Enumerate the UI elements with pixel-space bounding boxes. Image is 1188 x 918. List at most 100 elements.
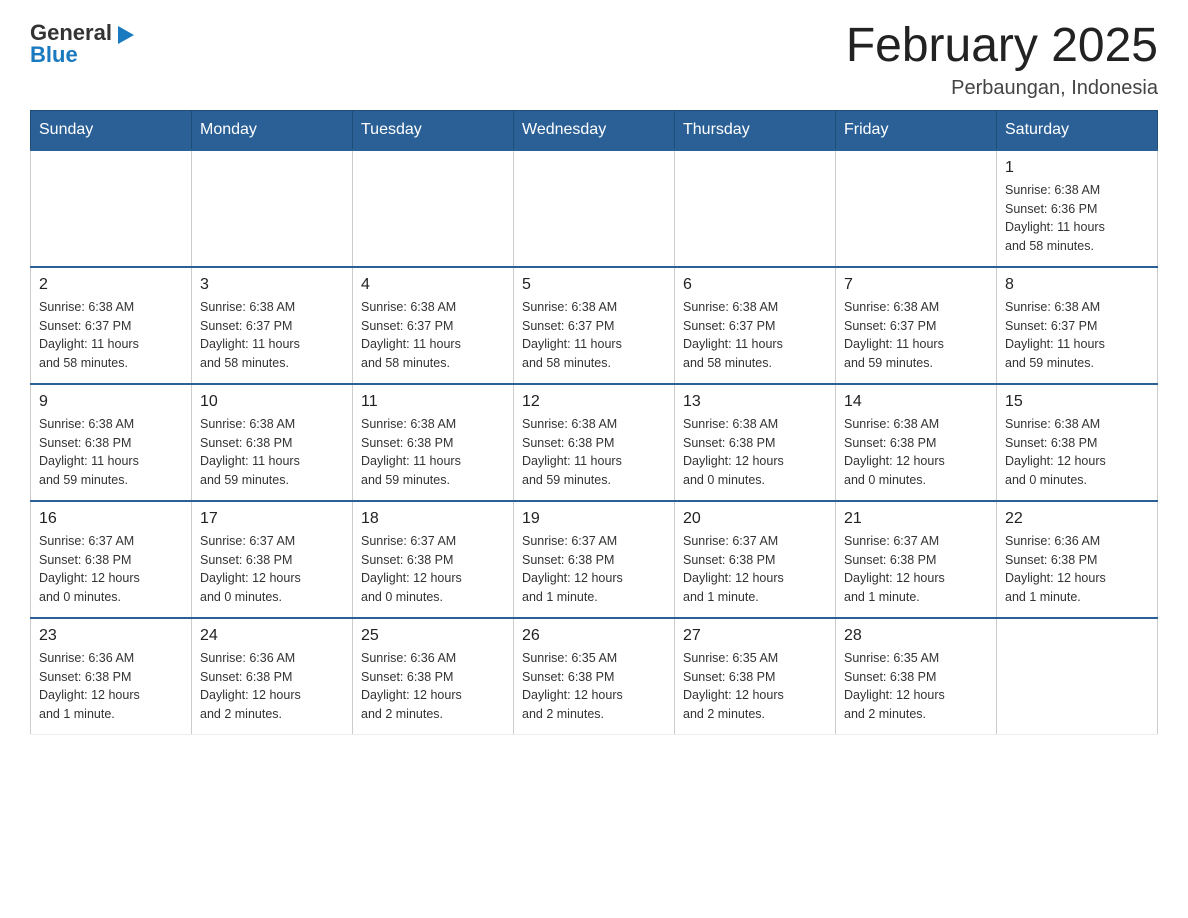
calendar-cell: 12 Sunrise: 6:38 AM Sunset: 6:38 PM Dayli… [514,384,675,501]
calendar-cell: 18 Sunrise: 6:37 AM Sunset: 6:38 PM Dayli… [353,501,514,618]
day-number: 23 [39,627,183,645]
day-number: 5 [522,276,666,294]
day-number: 27 [683,627,827,645]
calendar-cell: 3Sunrise: 6:38 AM Sunset: 6:37 PM Daylig… [192,267,353,384]
month-title: February 2025 [846,20,1158,73]
day-info: Sunrise: 6:37 AM Sunset: 6:38 PM Dayligh… [522,532,666,607]
day-number: 10 [200,393,344,411]
logo: General Blue [30,20,136,66]
calendar-cell: 23Sunrise: 6:36 AM Sunset: 6:38 PM Dayli… [31,618,192,735]
header-thursday: Thursday [675,110,836,150]
calendar-cell [192,150,353,267]
calendar-cell [353,150,514,267]
calendar-week-row: 1Sunrise: 6:38 AM Sunset: 6:36 PM Daylig… [31,150,1158,267]
day-info: Sunrise: 6:38 AM Sunset: 6:37 PM Dayligh… [200,298,344,373]
day-number: 14 [844,393,988,411]
calendar-cell [31,150,192,267]
logo-arrow-icon [114,24,136,46]
day-number: 22 [1005,510,1149,528]
day-info: Sunrise: 6:35 AM Sunset: 6:38 PM Dayligh… [683,649,827,724]
day-info: Sunrise: 6:36 AM Sunset: 6:38 PM Dayligh… [200,649,344,724]
day-number: 8 [1005,276,1149,294]
day-number: 18 [361,510,505,528]
day-info: Sunrise: 6:35 AM Sunset: 6:38 PM Dayligh… [522,649,666,724]
day-info: Sunrise: 6:38 AM Sunset: 6:38 PM Dayligh… [361,415,505,490]
day-info: Sunrise: 6:38 AM Sunset: 6:38 PM Dayligh… [844,415,988,490]
day-info: Sunrise: 6:38 AM Sunset: 6:38 PM Dayligh… [522,415,666,490]
location-label: Perbaungan, Indonesia [846,77,1158,100]
calendar-cell: 19 Sunrise: 6:37 AM Sunset: 6:38 PM Dayli… [514,501,675,618]
day-info: Sunrise: 6:37 AM Sunset: 6:38 PM Dayligh… [361,532,505,607]
day-info: Sunrise: 6:37 AM Sunset: 6:38 PM Dayligh… [39,532,183,607]
header-monday: Monday [192,110,353,150]
calendar-cell [675,150,836,267]
header-friday: Friday [836,110,997,150]
day-number: 12 [522,393,666,411]
calendar-cell: 28Sunrise: 6:35 AM Sunset: 6:38 PM Dayli… [836,618,997,735]
title-section: February 2025 Perbaungan, Indonesia [846,20,1158,100]
calendar-cell: 24 Sunrise: 6:36 AM Sunset: 6:38 PM Dayli… [192,618,353,735]
calendar-table: SundayMondayTuesdayWednesdayThursdayFrid… [30,110,1158,735]
day-number: 9 [39,393,183,411]
day-info: Sunrise: 6:36 AM Sunset: 6:38 PM Dayligh… [1005,532,1149,607]
calendar-cell: 22 Sunrise: 6:36 AM Sunset: 6:38 PM Dayli… [997,501,1158,618]
day-info: Sunrise: 6:36 AM Sunset: 6:38 PM Dayligh… [361,649,505,724]
calendar-cell: 1Sunrise: 6:38 AM Sunset: 6:36 PM Daylig… [997,150,1158,267]
day-info: Sunrise: 6:38 AM Sunset: 6:37 PM Dayligh… [361,298,505,373]
day-number: 2 [39,276,183,294]
calendar-cell [836,150,997,267]
day-number: 20 [683,510,827,528]
calendar-header-row: SundayMondayTuesdayWednesdayThursdayFrid… [31,110,1158,150]
calendar-cell: 16 Sunrise: 6:37 AM Sunset: 6:38 PM Dayli… [31,501,192,618]
day-info: Sunrise: 6:38 AM Sunset: 6:36 PM Dayligh… [1005,181,1149,256]
calendar-cell: 7 Sunrise: 6:38 AM Sunset: 6:37 PM Daylig… [836,267,997,384]
day-number: 24 [200,627,344,645]
calendar-week-row: 9 Sunrise: 6:38 AM Sunset: 6:38 PM Daylig… [31,384,1158,501]
day-number: 7 [844,276,988,294]
day-number: 16 [39,510,183,528]
calendar-cell [514,150,675,267]
day-number: 25 [361,627,505,645]
day-info: Sunrise: 6:37 AM Sunset: 6:38 PM Dayligh… [200,532,344,607]
calendar-cell: 2 Sunrise: 6:38 AM Sunset: 6:37 PM Daylig… [31,267,192,384]
calendar-cell: 27 Sunrise: 6:35 AM Sunset: 6:38 PM Dayli… [675,618,836,735]
calendar-week-row: 23 Sunrise: 6:36 AM Sunset: 6:38 PM Dayli… [31,618,1158,735]
calendar-cell: 4 Sunrise: 6:38 AM Sunset: 6:37 PM Daylig… [353,267,514,384]
day-info: Sunrise: 6:38 AM Sunset: 6:38 PM Dayligh… [39,415,183,490]
day-number: 13 [683,393,827,411]
day-info: Sunrise: 6:38 AM Sunset: 6:37 PM Dayligh… [39,298,183,373]
day-number: 19 [522,510,666,528]
day-info: Sunrise: 6:38 AM Sunset: 6:37 PM Dayligh… [844,298,988,373]
calendar-cell: 9 Sunrise: 6:38 AM Sunset: 6:38 PM Daylig… [31,384,192,501]
day-number: 4 [361,276,505,294]
day-info: Sunrise: 6:38 AM Sunset: 6:37 PM Dayligh… [1005,298,1149,373]
calendar-cell: 14 Sunrise: 6:38 AM Sunset: 6:38 PM Dayli… [836,384,997,501]
day-info: Sunrise: 6:38 AM Sunset: 6:37 PM Dayligh… [683,298,827,373]
calendar-cell: 6 Sunrise: 6:38 AM Sunset: 6:37 PM Daylig… [675,267,836,384]
day-number: 28 [844,627,988,645]
day-number: 6 [683,276,827,294]
day-number: 15 [1005,393,1149,411]
calendar-cell: 20 Sunrise: 6:37 AM Sunset: 6:38 PM Dayli… [675,501,836,618]
calendar-cell: 5 Sunrise: 6:38 AM Sunset: 6:37 PM Daylig… [514,267,675,384]
day-number: 11 [361,393,505,411]
calendar-cell [997,618,1158,735]
page-header: General Blue February 2025 Perbaungan, I… [30,20,1158,100]
day-info: Sunrise: 6:38 AM Sunset: 6:37 PM Dayligh… [522,298,666,373]
header-sunday: Sunday [31,110,192,150]
calendar-cell: 17 Sunrise: 6:37 AM Sunset: 6:38 PM Dayli… [192,501,353,618]
calendar-week-row: 2 Sunrise: 6:38 AM Sunset: 6:37 PM Daylig… [31,267,1158,384]
calendar-cell: 21 Sunrise: 6:37 AM Sunset: 6:38 PM Dayli… [836,501,997,618]
day-number: 17 [200,510,344,528]
header-saturday: Saturday [997,110,1158,150]
day-info: Sunrise: 6:38 AM Sunset: 6:38 PM Dayligh… [200,415,344,490]
day-number: 21 [844,510,988,528]
calendar-cell: 26Sunrise: 6:35 AM Sunset: 6:38 PM Dayli… [514,618,675,735]
calendar-cell: 15Sunrise: 6:38 AM Sunset: 6:38 PM Dayli… [997,384,1158,501]
day-info: Sunrise: 6:37 AM Sunset: 6:38 PM Dayligh… [844,532,988,607]
header-wednesday: Wednesday [514,110,675,150]
day-info: Sunrise: 6:37 AM Sunset: 6:38 PM Dayligh… [683,532,827,607]
calendar-cell: 8 Sunrise: 6:38 AM Sunset: 6:37 PM Daylig… [997,267,1158,384]
calendar-week-row: 16 Sunrise: 6:37 AM Sunset: 6:38 PM Dayli… [31,501,1158,618]
day-info: Sunrise: 6:38 AM Sunset: 6:38 PM Dayligh… [683,415,827,490]
